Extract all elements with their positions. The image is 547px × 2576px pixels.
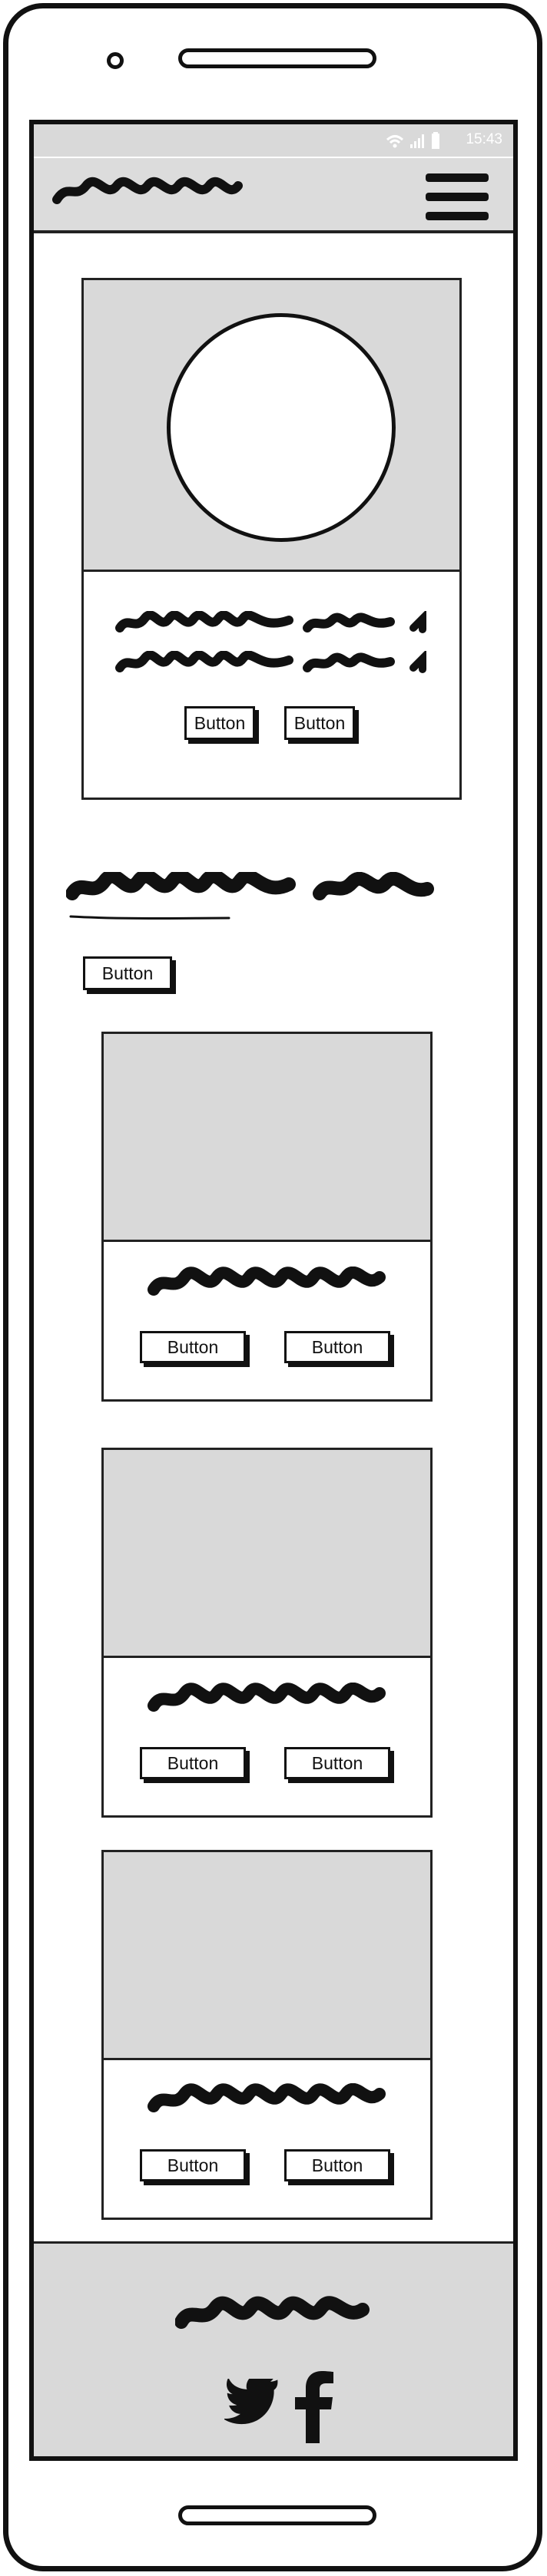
product-title [148, 1683, 386, 1712]
product-image-placeholder [104, 1450, 430, 1658]
product-title [148, 1267, 386, 1296]
product-card-1-button-2[interactable]: Button [284, 1331, 390, 1363]
front-camera [107, 52, 124, 69]
product-image-placeholder [104, 1852, 430, 2060]
app-logo-scribble[interactable] [52, 177, 244, 207]
status-time: 15:43 [466, 131, 502, 147]
section-heading [66, 872, 434, 920]
status-icons [384, 130, 446, 150]
signal-icon [410, 134, 424, 148]
earpiece-speaker [178, 48, 376, 68]
hamburger-menu-icon[interactable] [424, 170, 490, 224]
facebook-icon[interactable] [293, 2370, 335, 2443]
product-card-3-button-2[interactable]: Button [284, 2149, 390, 2181]
battery-icon [432, 132, 439, 149]
hero-button-1[interactable]: Button [184, 706, 255, 740]
home-button[interactable] [178, 2505, 376, 2525]
avatar [167, 313, 396, 542]
footer-text [175, 2296, 370, 2329]
status-bar: 15:43 [34, 124, 513, 157]
product-card-3-button-1[interactable]: Button [140, 2149, 246, 2181]
hero-button-2[interactable]: Button [284, 706, 355, 740]
section-button[interactable]: Button [83, 956, 172, 990]
footer [34, 2241, 513, 2456]
product-image-placeholder [104, 1034, 430, 1242]
wifi-icon [386, 135, 404, 148]
twitter-icon[interactable] [224, 2379, 286, 2437]
product-card-1-button-1[interactable]: Button [140, 1331, 246, 1363]
product-card-2-button-2[interactable]: Button [284, 1747, 390, 1779]
nav-bar [34, 158, 513, 233]
product-title [148, 2083, 386, 2112]
hero-text-line-2 [115, 651, 426, 673]
hero-text-line-1 [115, 611, 426, 633]
product-card-2-button-1[interactable]: Button [140, 1747, 246, 1779]
